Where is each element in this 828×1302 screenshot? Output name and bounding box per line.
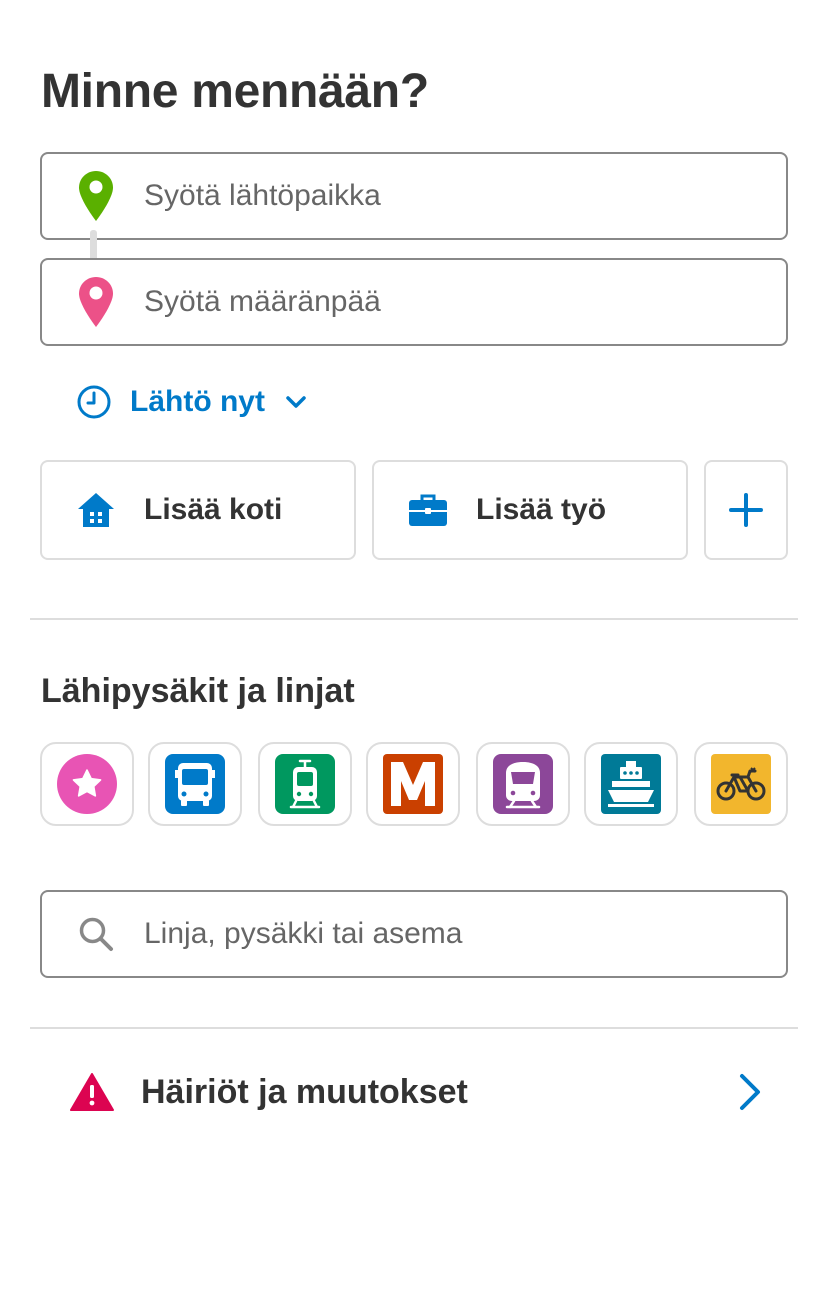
- add-work-button[interactable]: Lisää työ: [372, 460, 688, 560]
- departure-time-label: Lähtö nyt: [130, 385, 265, 418]
- destination-input[interactable]: Syötä määränpää: [40, 258, 788, 346]
- mode-tram-button[interactable]: [258, 742, 352, 826]
- mode-train-button[interactable]: [476, 742, 570, 826]
- mode-citybike-button[interactable]: [694, 742, 788, 826]
- destination-pin-icon: [79, 277, 113, 327]
- line-stop-search-placeholder: Linja, pysäkki tai asema: [144, 917, 463, 950]
- warning-icon: [70, 1073, 114, 1111]
- nearby-title: Lähipysäkit ja linjat: [41, 672, 355, 710]
- bus-icon: [165, 754, 225, 814]
- metro-icon: [383, 754, 443, 814]
- add-favourite-button[interactable]: [704, 460, 788, 560]
- section-divider: [30, 618, 798, 620]
- mode-ferry-button[interactable]: [584, 742, 678, 826]
- chevron-down-icon: [286, 396, 306, 408]
- search-icon: [79, 917, 113, 951]
- disruptions-link[interactable]: Häiriöt ja muutokset: [40, 1060, 788, 1124]
- mode-metro-button[interactable]: [366, 742, 460, 826]
- page-title: Minne mennään?: [41, 65, 429, 118]
- origin-pin-icon: [79, 171, 113, 221]
- ferry-icon: [601, 754, 661, 814]
- plus-icon: [729, 493, 763, 527]
- section-divider: [30, 1027, 798, 1029]
- line-stop-search-input[interactable]: Linja, pysäkki tai asema: [40, 890, 788, 978]
- add-work-label: Lisää työ: [476, 493, 607, 526]
- clock-icon: [77, 385, 111, 419]
- citybike-icon: [711, 754, 771, 814]
- origin-placeholder: Syötä lähtöpaikka: [144, 179, 381, 212]
- add-home-label: Lisää koti: [144, 493, 283, 526]
- departure-time-selector[interactable]: Lähtö nyt: [76, 380, 309, 424]
- origin-input[interactable]: Syötä lähtöpaikka: [40, 152, 788, 240]
- disruptions-label: Häiriöt ja muutokset: [141, 1072, 468, 1111]
- briefcase-icon: [409, 494, 447, 526]
- tram-icon: [275, 754, 335, 814]
- train-icon: [493, 754, 553, 814]
- star-icon: [57, 754, 117, 814]
- home-icon: [78, 493, 114, 527]
- destination-placeholder: Syötä määränpää: [144, 285, 381, 318]
- mode-bus-button[interactable]: [148, 742, 242, 826]
- mode-favourites-button[interactable]: [40, 742, 134, 826]
- chevron-right-icon: [740, 1074, 760, 1110]
- add-home-button[interactable]: Lisää koti: [40, 460, 356, 560]
